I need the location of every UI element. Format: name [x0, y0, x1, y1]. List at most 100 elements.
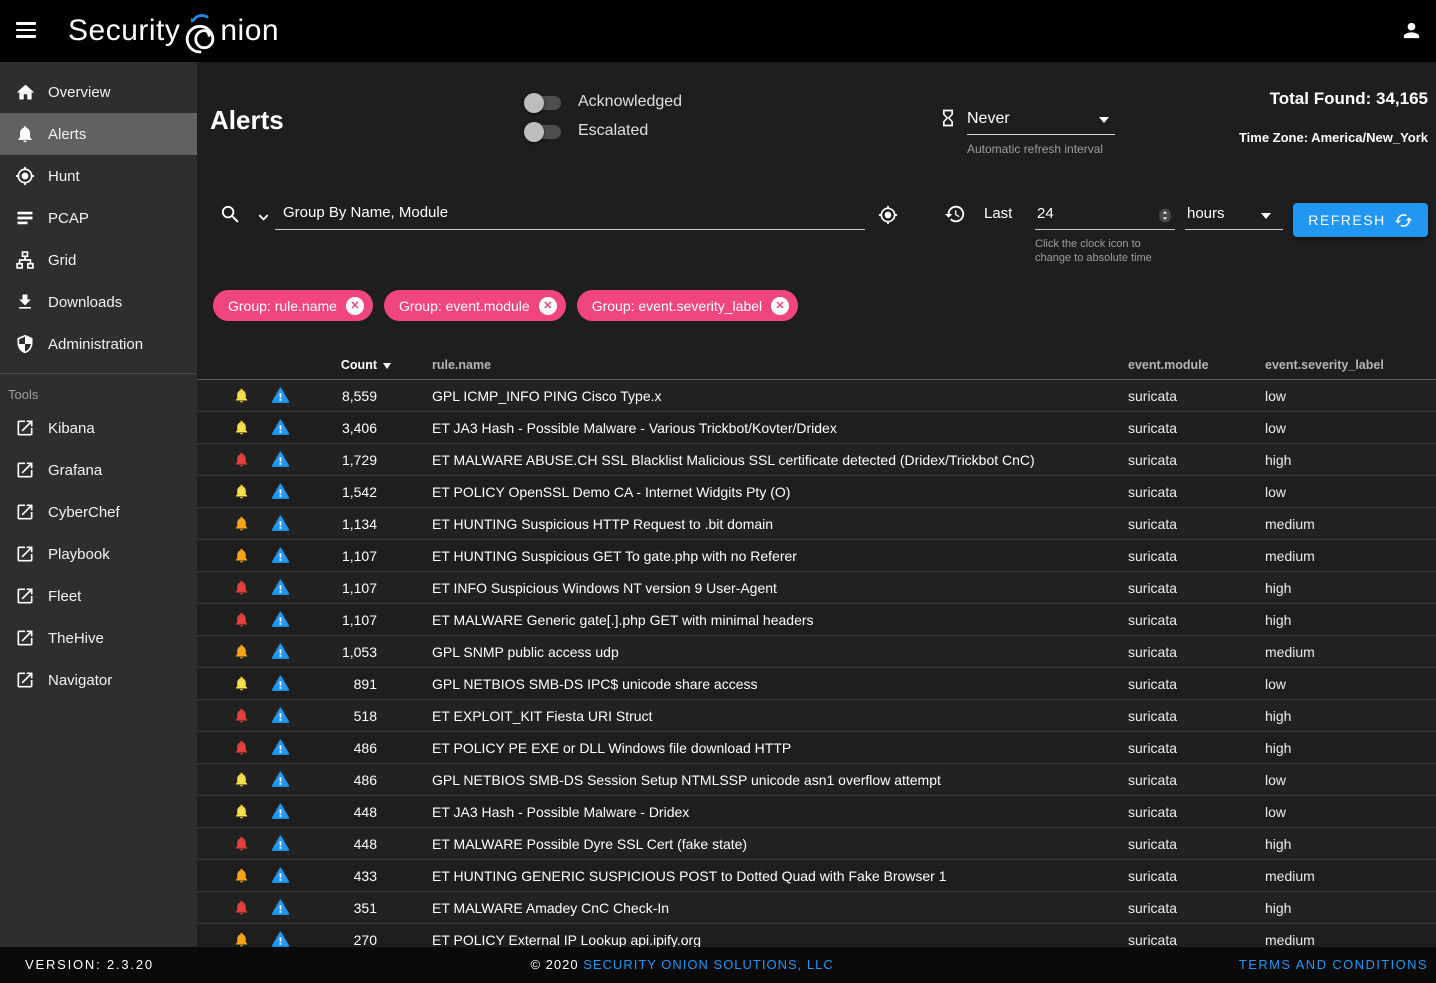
table-row[interactable]: 1,107 ET MALWARE Generic gate[.].php GET… [197, 604, 1436, 636]
home-icon [14, 81, 36, 103]
chevron-down-icon[interactable] [1099, 117, 1109, 123]
tool-item-kibana[interactable]: Kibana [0, 407, 197, 449]
table-row[interactable]: 1,729 ET MALWARE ABUSE.CH SSL Blacklist … [197, 444, 1436, 476]
table-row[interactable]: 351 ET MALWARE Amadey CnC Check-In suric… [197, 892, 1436, 924]
sidebar-item-overview[interactable]: Overview [0, 71, 197, 113]
menu-icon[interactable] [16, 22, 36, 42]
table-row[interactable]: 1,542 ET POLICY OpenSSL Demo CA - Intern… [197, 476, 1436, 508]
cell-count: 448 [257, 836, 377, 852]
group-chip[interactable]: Group: rule.name ✕ [213, 290, 373, 321]
group-chip-label: Group: event.severity_label [592, 298, 762, 314]
sort-descending-icon[interactable] [383, 363, 391, 369]
tool-item-cyberchef[interactable]: CyberChef [0, 491, 197, 533]
cell-count: 3,406 [257, 420, 377, 436]
severity-bell-icon [233, 899, 250, 921]
clock-history-icon[interactable] [944, 203, 966, 230]
external-link-icon [14, 501, 36, 523]
table-row[interactable]: 3,406 ET JA3 Hash - Possible Malware - V… [197, 412, 1436, 444]
cell-event-module: suricata [1128, 868, 1177, 884]
cell-count: 1,107 [257, 548, 377, 564]
sidebar-item-administration[interactable]: Administration [0, 323, 197, 365]
tool-item-fleet[interactable]: Fleet [0, 575, 197, 617]
sidebar-item-pcap[interactable]: PCAP [0, 197, 197, 239]
table-row[interactable]: 1,107 ET INFO Suspicious Windows NT vers… [197, 572, 1436, 604]
table-row[interactable]: 486 ET POLICY PE EXE or DLL Windows file… [197, 732, 1436, 764]
cell-count: 433 [257, 868, 377, 884]
column-header-severity-label[interactable]: event.severity_label [1265, 358, 1384, 372]
sidebar-item-grid[interactable]: Grid [0, 239, 197, 281]
sidebar-item-label: Kibana [48, 420, 95, 437]
amount-underline [1035, 229, 1175, 230]
cell-rule-name: ET JA3 Hash - Possible Malware - Dridex [432, 804, 689, 820]
timerange-amount-input[interactable]: 24 [1037, 205, 1054, 222]
column-header-rule-name[interactable]: rule.name [432, 358, 491, 372]
severity-bell-icon [233, 515, 250, 537]
app-logo: Securitynion [68, 0, 279, 62]
sidebar-item-alerts[interactable]: Alerts [0, 113, 197, 155]
severity-bell-icon [233, 835, 250, 857]
severity-bell-icon [233, 547, 250, 569]
column-header-count[interactable]: Count [257, 358, 377, 372]
terms-link[interactable]: TERMS AND CONDITIONS [1239, 957, 1428, 972]
tool-item-thehive[interactable]: TheHive [0, 617, 197, 659]
severity-bell-icon [233, 771, 250, 793]
severity-bell-icon [233, 739, 250, 761]
amount-spinner-icon[interactable] [1158, 205, 1172, 231]
sidebar-item-label: Downloads [48, 294, 122, 311]
refresh-button[interactable]: REFRESH [1293, 203, 1428, 237]
table-row[interactable]: 1,134 ET HUNTING Suspicious HTTP Request… [197, 508, 1436, 540]
chip-close-icon[interactable]: ✕ [539, 297, 557, 315]
table-row[interactable]: 270 ET POLICY External IP Lookup api.ipi… [197, 924, 1436, 947]
tool-item-playbook[interactable]: Playbook [0, 533, 197, 575]
topbar: Securitynion [0, 0, 1436, 62]
table-row[interactable]: 448 ET JA3 Hash - Possible Malware - Dri… [197, 796, 1436, 828]
cell-severity-label: low [1265, 676, 1286, 692]
table-row[interactable]: 486 GPL NETBIOS SMB-DS Session Setup NTM… [197, 764, 1436, 796]
severity-bell-icon [233, 387, 250, 409]
sidebar-item-hunt[interactable]: Hunt [0, 155, 197, 197]
table-row[interactable]: 8,559 GPL ICMP_INFO PING Cisco Type.x su… [197, 380, 1436, 412]
external-link-icon [14, 543, 36, 565]
main-content: Alerts Acknowledged Escalated Never Auto… [197, 62, 1436, 947]
search-icon[interactable] [219, 203, 242, 231]
cell-rule-name: ET MALWARE Amadey CnC Check-In [432, 900, 669, 916]
cell-severity-label: low [1265, 484, 1286, 500]
external-link-icon [14, 585, 36, 607]
table-row[interactable]: 448 ET MALWARE Possible Dyre SSL Cert (f… [197, 828, 1436, 860]
cell-rule-name: ET JA3 Hash - Possible Malware - Various… [432, 420, 837, 436]
refresh-interval-select[interactable]: Never [967, 110, 1010, 128]
table-row[interactable]: 891 GPL NETBIOS SMB-DS IPC$ unicode shar… [197, 668, 1436, 700]
hunt-query-icon[interactable] [878, 205, 898, 230]
external-link-icon [14, 627, 36, 649]
query-input[interactable]: Group By Name, Module [283, 204, 448, 221]
group-chip[interactable]: Group: event.module ✕ [384, 290, 566, 321]
sidebar-item-downloads[interactable]: Downloads [0, 281, 197, 323]
group-chip[interactable]: Group: event.severity_label ✕ [577, 290, 798, 321]
column-header-event-module[interactable]: event.module [1128, 358, 1209, 372]
acknowledged-toggle[interactable] [527, 96, 561, 110]
tool-item-navigator[interactable]: Navigator [0, 659, 197, 701]
cell-severity-label: medium [1265, 516, 1315, 532]
table-row[interactable]: 1,107 ET HUNTING Suspicious GET To gate.… [197, 540, 1436, 572]
table-row[interactable]: 518 ET EXPLOIT_KIT Fiesta URI Struct sur… [197, 700, 1436, 732]
download-icon [14, 291, 36, 313]
chip-close-icon[interactable]: ✕ [346, 297, 364, 315]
cell-severity-label: high [1265, 580, 1291, 596]
cell-severity-label: high [1265, 836, 1291, 852]
cell-severity-label: high [1265, 708, 1291, 724]
copyright-link[interactable]: SECURITY ONION SOLUTIONS, LLC [583, 957, 834, 972]
cell-severity-label: high [1265, 612, 1291, 628]
table-row[interactable]: 433 ET HUNTING GENERIC SUSPICIOUS POST t… [197, 860, 1436, 892]
chip-close-icon[interactable]: ✕ [771, 297, 789, 315]
tool-item-grafana[interactable]: Grafana [0, 449, 197, 491]
cell-severity-label: medium [1265, 548, 1315, 564]
cell-count: 1,542 [257, 484, 377, 500]
query-chevron-down-icon[interactable] [256, 210, 271, 230]
cell-rule-name: ET POLICY OpenSSL Demo CA - Internet Wid… [432, 484, 790, 500]
table-row[interactable]: 1,053 GPL SNMP public access udp suricat… [197, 636, 1436, 668]
escalated-toggle[interactable] [527, 125, 561, 139]
timerange-unit-select[interactable]: hours [1187, 205, 1225, 222]
user-account-icon[interactable] [1400, 19, 1423, 47]
unit-chevron-down-icon[interactable] [1261, 213, 1271, 219]
cell-rule-name: ET HUNTING Suspicious GET To gate.php wi… [432, 548, 797, 564]
